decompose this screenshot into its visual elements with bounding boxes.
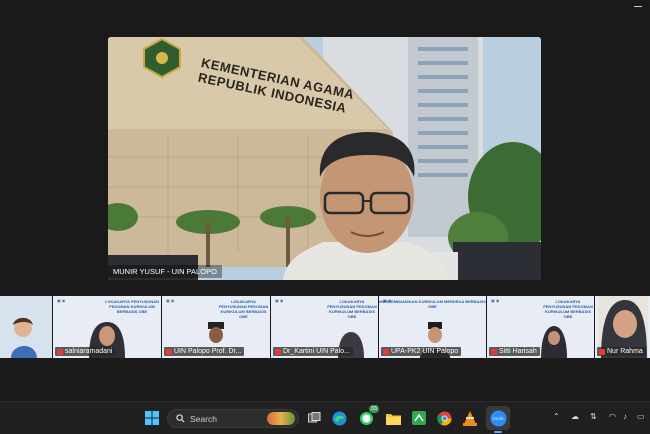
participant-label: UPA-PK2 UIN Palopo [381,347,462,356]
whatsapp-button[interactable]: 33 [358,405,379,427]
participant-label: Dr_Kartini UIN Palo... [273,347,353,356]
participant-tile[interactable]: ▣ ◉ MENGEMBANGKAN KURIKULUM MERDEKA BERB… [379,296,487,358]
zoom-icon-label: zoom [492,415,504,421]
tile-banner: MENGEMBANGKAN KURIKULUM MERDEKA BERBASIS… [379,299,486,309]
participant-label: UIN Palopo Prof. Dr... [164,347,245,356]
participant-name: Nur Rahma [607,348,643,355]
task-view-button[interactable] [306,409,322,427]
participant-video [541,326,568,358]
battery-icon[interactable]: ▭ [637,412,645,421]
speaker-icon[interactable]: ♪ [623,412,627,421]
participant-tile[interactable]: Nur Rahma [595,296,650,358]
participant-name: Sitti Harisah [499,348,537,355]
cloud-icon[interactable]: ☁ [571,412,579,421]
main-video-scene [108,37,541,280]
participant-tile[interactable]: ▣ ◉ LOKAKARYA PENYUSUNAN PEDOMAN KURIKUL… [487,296,595,358]
task-view-icon [307,412,320,423]
participant-strip: ▣ ◉ LOKAKARYA PENYUSUNAN PEDOMAN KURIKUL… [0,296,650,358]
participant-avatar [11,317,37,358]
wifi-icon[interactable]: ◠ [609,412,616,421]
mic-muted-icon [491,348,497,355]
search-icon [176,414,185,423]
folder-icon [385,413,401,425]
participant-name: UPA-PK2 UIN Palopo [391,348,459,355]
mic-muted-icon [166,348,172,355]
participant-name: UIN Palopo Prof. Dr... [174,348,242,355]
participant-tile[interactable] [0,296,53,358]
participant-name: Dr_Kartini UIN Palo... [283,348,350,355]
edge-button[interactable] [331,409,347,427]
chevron-up-icon[interactable]: ⌃ [553,412,560,421]
vlc-icon [463,410,477,426]
participant-tile[interactable]: ▣ ◉ LOKAKARYA PENYUSUNAN PEDOMAN KURIKUL… [53,296,162,358]
tile-banner: LOKAKARYA PENYUSUNAN PEDOMAN KURIKULUM B… [218,299,269,319]
tile-banner: LOKAKARYA PENYUSUNAN PEDOMAN KURIKULUM B… [543,299,593,319]
logo-icon: ▣ ◉ [491,298,500,303]
taskbar: Search 33 zoom ⌃ ☁ ⇅ ◠ ♪ ▭ [0,401,650,434]
tile-banner: LOKAKARYA PENYUSUNAN PEDOMAN KURIKULUM B… [327,299,377,319]
minimize-icon[interactable] [634,6,642,7]
file-explorer-button[interactable] [385,409,401,427]
search-highlight-icon [267,412,295,425]
main-speaker-video[interactable]: KEMENTERIAN AGAMA REPUBLIK INDONESIA MUN… [108,37,541,280]
start-button[interactable] [143,409,161,427]
logo-icon: ▣ ◉ [166,298,175,303]
windows-icon [145,411,159,425]
participant-label: Sitti Harisah [489,347,540,356]
network-icon[interactable]: ⇅ [590,412,597,421]
mic-muted-icon [57,348,63,355]
chrome-button[interactable] [436,409,452,427]
notification-badge: 33 [368,405,379,413]
taskbar-search[interactable]: Search [167,409,299,428]
mic-muted-icon [599,348,605,355]
zoom-button[interactable]: zoom [486,406,510,430]
search-label: Search [190,413,217,424]
vlc-button[interactable] [462,409,478,427]
logo-icon: ▣ ◉ [57,298,66,303]
spreadsheet-icon [412,411,426,425]
mic-muted-icon [383,348,389,355]
participant-tile[interactable]: ▣ ◉ LOKAKARYA PENYUSUNAN PEDOMAN KURIKUL… [271,296,379,358]
edge-icon [332,411,346,425]
mic-muted-icon [275,348,281,355]
main-speaker-name: MUNIR YUSUF - UIN PALOPO [108,265,222,278]
app-button[interactable] [411,409,427,427]
chrome-icon [436,411,451,425]
participant-tile[interactable]: ▣ ◉ LOKAKARYA PENYUSUNAN PEDOMAN KURIKUL… [162,296,271,358]
participant-label: Nur Rahma [597,347,646,356]
participant-label: salniaramadani [55,347,116,356]
logo-icon: ▣ ◉ [275,298,284,303]
participant-name: salniaramadani [65,348,113,355]
